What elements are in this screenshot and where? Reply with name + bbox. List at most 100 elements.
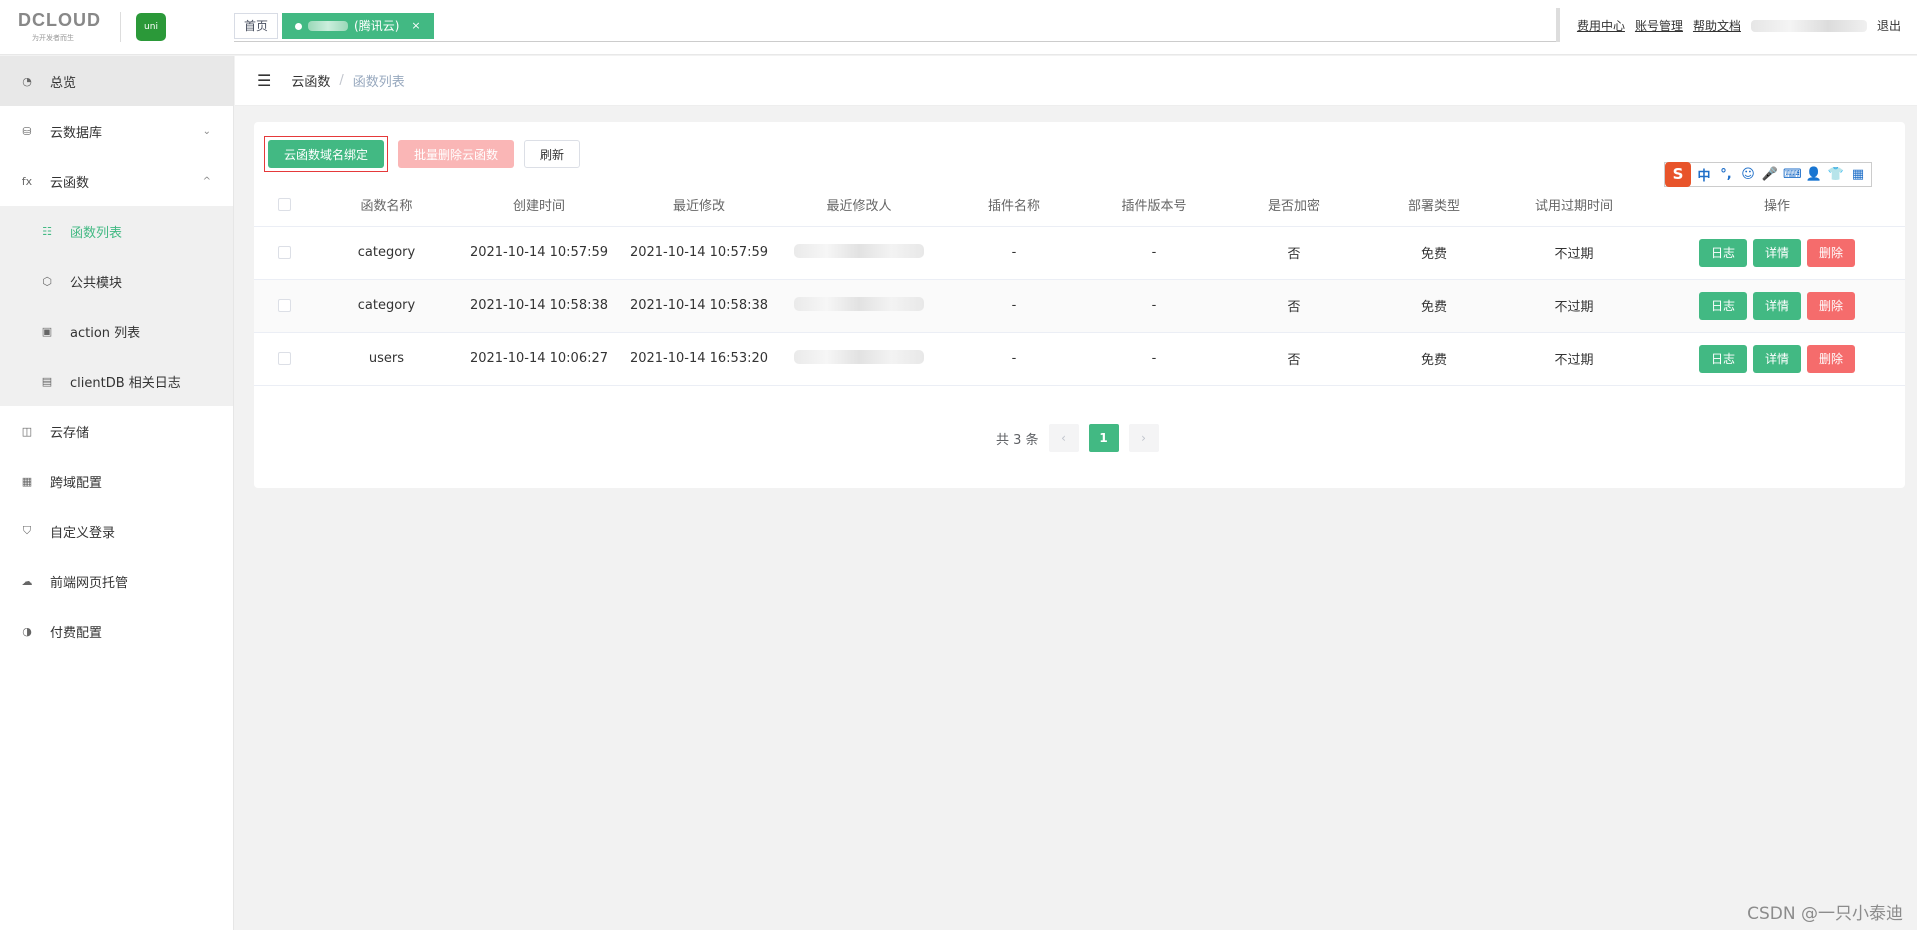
redacted-username[interactable] (1750, 19, 1867, 32)
cell-created: 2021-10-14 10:57:59 (459, 226, 619, 280)
emoji-icon[interactable]: ☺ (1739, 167, 1757, 182)
col-plugin-version: 插件版本号 (1089, 184, 1219, 227)
row-checkbox[interactable] (277, 246, 291, 259)
cell-modifier (779, 279, 939, 333)
cell-name: users (314, 332, 459, 386)
sidebar-item-storage[interactable]: ◫ 云存储 (0, 406, 233, 456)
pay-icon: ◑ (22, 624, 32, 638)
cell-created: 2021-10-14 10:58:38 (459, 279, 619, 333)
table-row: category 2021-10-14 10:57:59 2021-10-14 … (254, 226, 1905, 280)
sidebar-item-cloud-function[interactable]: fx 云函数 ^ (0, 156, 233, 206)
log-button[interactable]: 日志 (1698, 291, 1747, 320)
col-modified: 最近修改 (619, 184, 779, 227)
grid-menu-icon[interactable]: ▦ (1849, 167, 1867, 182)
sidebar-item-payment[interactable]: ◑ 付费配置 (0, 606, 233, 656)
page-1-button[interactable]: 1 (1088, 424, 1119, 452)
sidebar-item-function-list[interactable]: ☷ 函数列表 (0, 206, 233, 256)
cell-deploy: 免费 (1369, 226, 1499, 280)
function-table: 函数名称 创建时间 最近修改 最近修改人 插件名称 插件版本号 是否加密 部署类… (254, 184, 1905, 386)
uni-logo[interactable]: uni (136, 13, 166, 41)
cell-modifier (779, 332, 939, 386)
collapse-menu-icon[interactable]: ☰ (257, 71, 271, 90)
sidebar-item-database[interactable]: ⛁ 云数据库 ⌄ (0, 106, 233, 156)
sidebar-item-label: action 列表 (70, 325, 141, 341)
sidebar: ◔ 总览 ⛁ 云数据库 ⌄ fx 云函数 ^ ☷ 函数列表 ⬡ 公共模块 ▣ a… (0, 56, 234, 930)
table-row: category 2021-10-14 10:58:38 2021-10-14 … (254, 279, 1905, 333)
tabs-scroll-handle[interactable] (1556, 8, 1560, 42)
hosting-icon: ☁ (21, 574, 33, 588)
sidebar-item-clientdb-logs[interactable]: ▤ clientDB 相关日志 (0, 356, 233, 406)
cell-created: 2021-10-14 10:06:27 (459, 332, 619, 386)
select-all-checkbox[interactable] (277, 198, 291, 212)
keyboard-icon[interactable]: ⌨ (1783, 167, 1802, 182)
delete-button[interactable]: 删除 (1807, 291, 1856, 320)
account-link[interactable]: 账号管理 (1635, 17, 1683, 34)
sidebar-item-overview[interactable]: ◔ 总览 (0, 56, 233, 106)
sidebar-item-label: 云存储 (50, 425, 90, 441)
row-checkbox[interactable] (277, 352, 291, 365)
detail-button[interactable]: 详情 (1752, 238, 1801, 267)
row-select-cell (254, 279, 314, 333)
cell-encrypted: 否 (1219, 332, 1369, 386)
logo-divider (120, 12, 121, 42)
active-dot (295, 22, 303, 30)
col-deploy-type: 部署类型 (1369, 184, 1499, 227)
detail-button[interactable]: 详情 (1752, 344, 1801, 373)
table-row: users 2021-10-14 10:06:27 2021-10-14 16:… (254, 332, 1905, 386)
refresh-button[interactable]: 刷新 (524, 140, 581, 168)
cell-encrypted: 否 (1219, 279, 1369, 333)
col-trial-expire: 试用过期时间 (1499, 184, 1649, 227)
sidebar-item-cors[interactable]: ▦ 跨域配置 (0, 456, 233, 506)
microphone-icon[interactable]: 🎤 (1761, 167, 1779, 182)
sidebar-item-label: 函数列表 (70, 225, 123, 241)
help-link[interactable]: 帮助文档 (1693, 17, 1741, 34)
shield-icon: ⛉ (22, 524, 32, 537)
action-icon: ▣ (41, 324, 53, 338)
sidebar-item-custom-login[interactable]: ⛉ 自定义登录 (0, 506, 233, 556)
prev-page-button[interactable]: ‹ (1048, 424, 1079, 452)
cell-modifier (779, 226, 939, 280)
tabs-underline (234, 41, 1560, 42)
next-page-button[interactable]: › (1128, 424, 1159, 452)
list-icon: ☷ (42, 224, 52, 238)
detail-button[interactable]: 详情 (1752, 291, 1801, 320)
logout-link[interactable]: 退出 (1877, 17, 1901, 34)
tab-current-space[interactable]: (腾讯云) × (282, 13, 434, 39)
chevron-down-icon: ⌄ (202, 125, 211, 137)
skin-icon[interactable]: 👕 (1827, 167, 1845, 182)
delete-button[interactable]: 删除 (1807, 238, 1856, 267)
pagination: 共 3 条 ‹ 1 › (996, 424, 1159, 452)
billing-link[interactable]: 费用中心 (1577, 17, 1625, 34)
sidebar-item-web-hosting[interactable]: ☁ 前端网页托管 (0, 556, 233, 606)
col-actions: 操作 (1649, 184, 1905, 227)
row-checkbox[interactable] (277, 299, 291, 312)
batch-delete-button[interactable]: 批量删除云函数 (398, 140, 515, 168)
chevron-up-icon: ^ (202, 175, 211, 187)
tab-home[interactable]: 首页 (234, 13, 279, 39)
cors-icon: ▦ (21, 474, 33, 488)
chinese-mode-icon[interactable]: 中 (1695, 165, 1713, 184)
log-button[interactable]: 日志 (1698, 344, 1747, 373)
punctuation-icon[interactable]: °, (1717, 167, 1735, 182)
table-header-row: 函数名称 创建时间 最近修改 最近修改人 插件名称 插件版本号 是否加密 部署类… (254, 184, 1905, 227)
sidebar-item-common-modules[interactable]: ⬡ 公共模块 (0, 256, 233, 306)
cell-expire: 不过期 (1499, 226, 1649, 280)
function-icon: fx (21, 174, 33, 188)
cell-modified: 2021-10-14 10:57:59 (619, 226, 779, 280)
breadcrumb-cloud-function[interactable]: 云函数 (291, 71, 330, 90)
user-icon[interactable]: 👤 (1805, 167, 1823, 182)
log-button[interactable]: 日志 (1698, 238, 1747, 267)
cell-actions: 日志 详情 删除 (1649, 332, 1905, 386)
top-bar: DCLOUD 为开发者而生 uni 首页 (腾讯云) × 费用中心 账号管理 帮… (0, 0, 1917, 55)
cell-modified: 2021-10-14 10:58:38 (619, 279, 779, 333)
sidebar-item-action-list[interactable]: ▣ action 列表 (0, 306, 233, 356)
sidebar-item-label: 总览 (50, 75, 77, 91)
close-icon[interactable]: × (411, 14, 420, 38)
cell-plugin-version: - (1089, 332, 1219, 386)
delete-button[interactable]: 删除 (1807, 344, 1856, 373)
bind-domain-button[interactable]: 云函数域名绑定 (268, 140, 385, 168)
function-list-card: 云函数域名绑定 批量删除云函数 刷新 S 中 °, ☺ 🎤 ⌨ 👤 👕 ▦ 函数… (254, 122, 1905, 488)
sidebar-item-label: 跨域配置 (50, 475, 103, 491)
redacted-modifier (794, 296, 924, 311)
dcloud-logo[interactable]: DCLOUD 为开发者而生 (18, 10, 110, 46)
